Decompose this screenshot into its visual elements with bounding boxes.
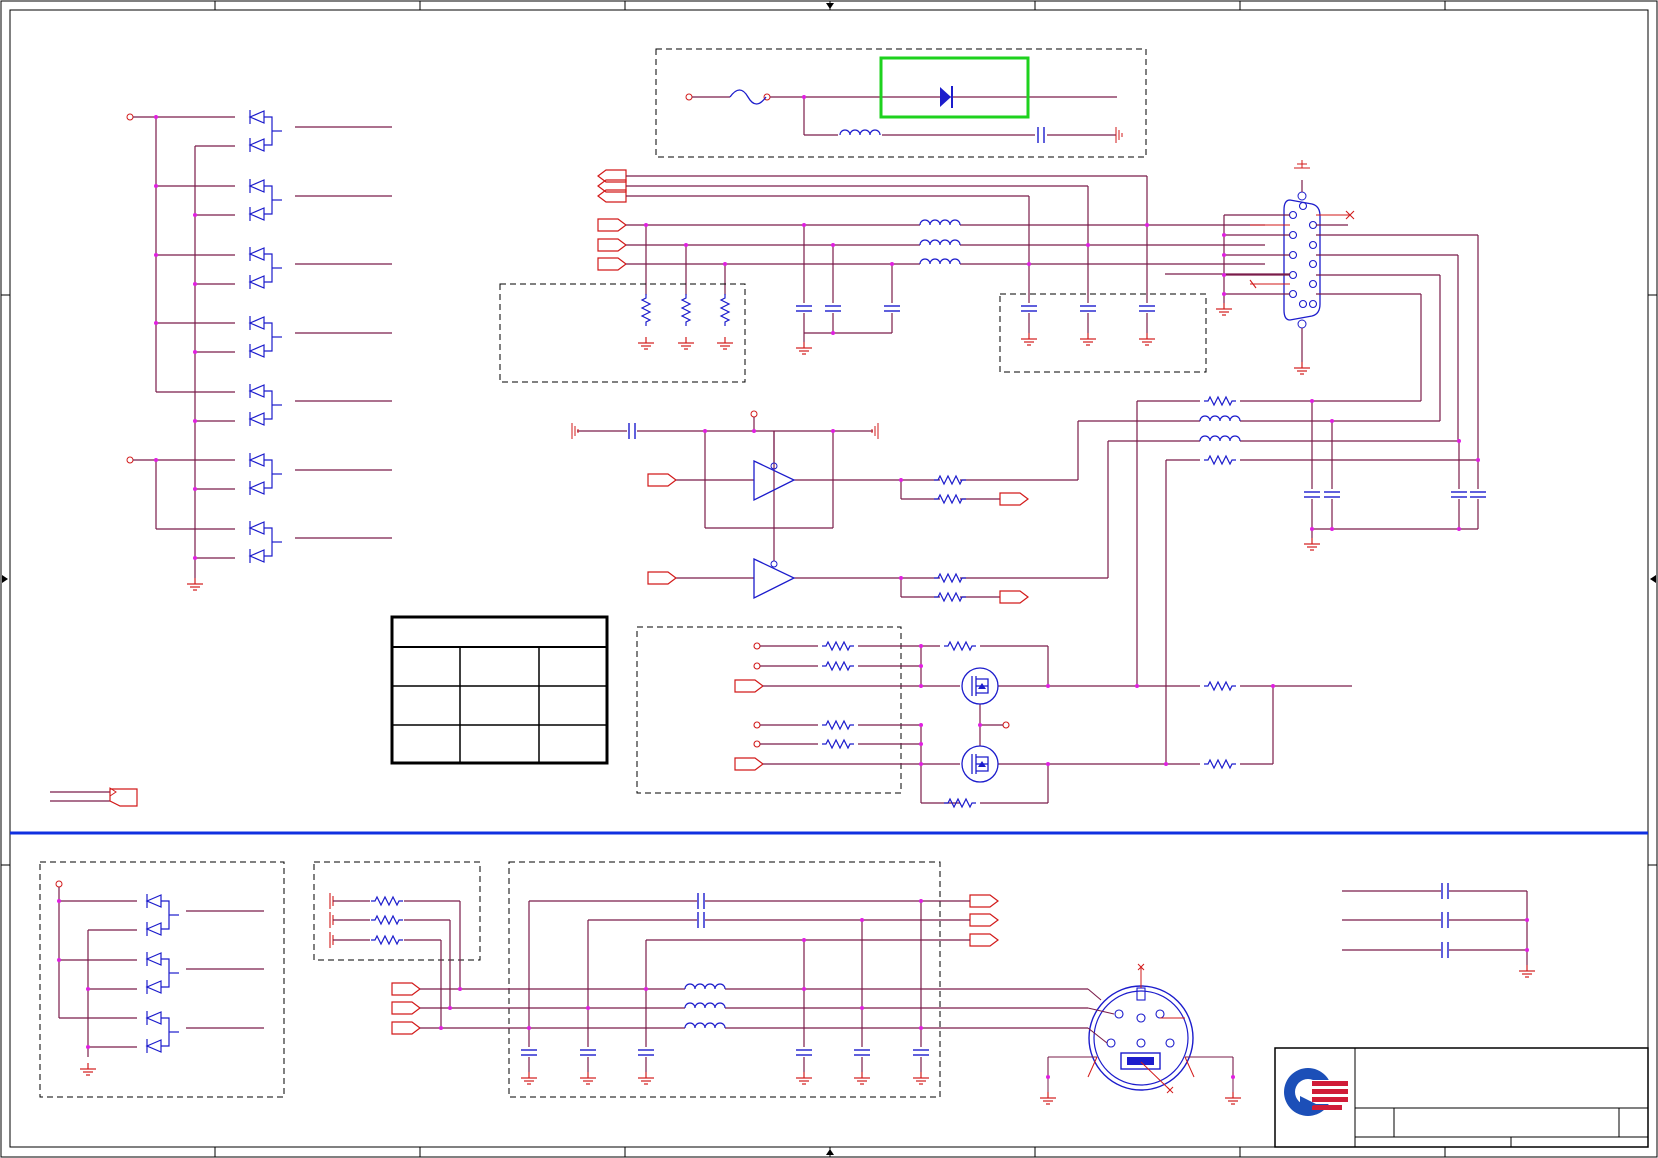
vga-signal-block xyxy=(499,169,1265,383)
sheet-frame xyxy=(0,0,1658,1158)
company-logo xyxy=(1284,1068,1348,1116)
info-table xyxy=(390,615,609,765)
schematic-sheet xyxy=(0,0,1658,1158)
ps2-resistor-block xyxy=(313,861,481,1028)
vga-connector-block xyxy=(1165,160,1478,375)
highlight-box xyxy=(879,56,1030,119)
ps2-diode-block xyxy=(39,861,285,1098)
diode-array-block xyxy=(50,109,392,807)
bypass-caps xyxy=(1342,882,1536,978)
buffer-block xyxy=(571,410,1200,604)
schematic-canvas xyxy=(0,0,1658,1158)
fuse-diode-block xyxy=(655,48,1147,158)
mini-din-connector xyxy=(1039,963,1242,1105)
level-shift-block xyxy=(636,626,1352,808)
sync-filter-block xyxy=(1136,235,1487,764)
ps2-filter-block xyxy=(391,861,1088,1098)
